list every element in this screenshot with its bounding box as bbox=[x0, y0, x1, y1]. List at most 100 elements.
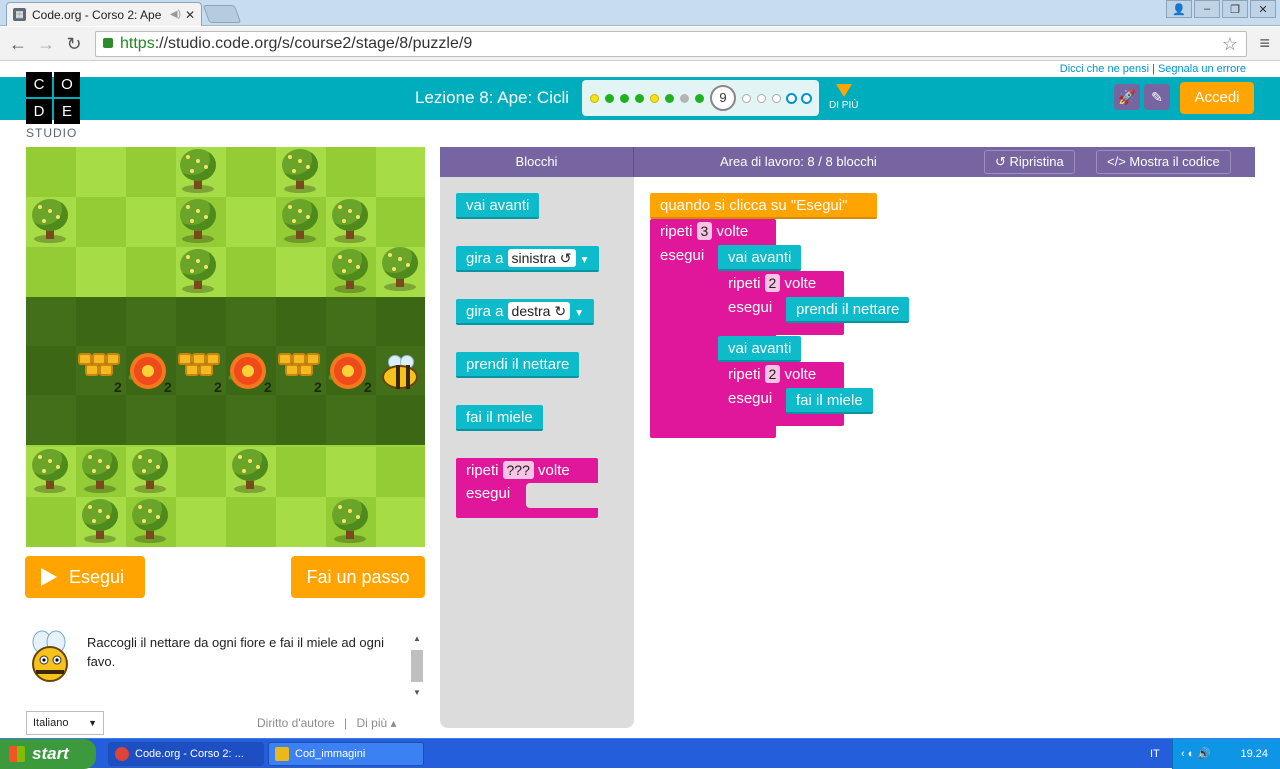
tree-icon bbox=[278, 199, 322, 245]
logo-letter: C bbox=[26, 72, 52, 97]
close-window-button[interactable]: ✕ bbox=[1250, 0, 1276, 18]
level-dot[interactable] bbox=[801, 93, 812, 104]
instructions-text: Raccogli il nettare da ogni fiore e fai … bbox=[87, 635, 385, 669]
toolbox-block-turn-left[interactable]: gira a sinistra ↺ ▼ bbox=[456, 246, 600, 272]
copyright-link[interactable]: Diritto d'autore bbox=[257, 716, 335, 730]
block-label: volte bbox=[538, 462, 570, 479]
repeat-count-field[interactable]: 3 bbox=[696, 222, 713, 240]
level-dot[interactable] bbox=[742, 94, 751, 103]
block-label: ripeti bbox=[728, 366, 761, 383]
minimize-button[interactable]: – bbox=[1194, 0, 1220, 18]
block-label: volte bbox=[716, 223, 749, 240]
run-label: Esegui bbox=[69, 567, 125, 587]
tree-icon bbox=[28, 449, 72, 495]
system-tray: ‹ ◐ 🔊 19.24 bbox=[1172, 739, 1280, 769]
repeat-count-field[interactable]: ??? bbox=[502, 461, 534, 479]
user-icon[interactable]: 👤 bbox=[1166, 0, 1192, 18]
language-value: Italiano bbox=[33, 717, 69, 729]
codeorg-logo[interactable]: C O D E bbox=[26, 72, 80, 124]
repeat-count-field[interactable]: 2 bbox=[764, 365, 781, 383]
toolbox-block-get-nectar[interactable]: prendi il nettare bbox=[456, 352, 580, 378]
restore-button[interactable]: ❐ bbox=[1222, 0, 1248, 18]
bookmark-star-icon[interactable]: ☆ bbox=[1222, 32, 1238, 56]
move-forward-block[interactable]: vai avanti bbox=[718, 336, 802, 362]
logo-letter: O bbox=[54, 72, 80, 97]
feedback-link[interactable]: Dicci che ne pensi bbox=[1060, 63, 1149, 75]
back-arrow-icon[interactable]: ← bbox=[6, 32, 30, 56]
reset-button[interactable]: ↺ Ripristina bbox=[984, 150, 1075, 174]
bee-icon bbox=[378, 353, 422, 393]
repeat-slot bbox=[526, 483, 598, 508]
browser-tab[interactable]: ▦ Code.org - Corso 2: Ape ◀) ✕ bbox=[6, 2, 202, 26]
clock[interactable]: 19.24 bbox=[1240, 739, 1268, 769]
reload-icon[interactable]: ↻ bbox=[62, 32, 86, 56]
start-button[interactable]: start bbox=[0, 739, 96, 769]
run-button[interactable]: Esegui bbox=[25, 556, 145, 598]
block-label: volte bbox=[784, 275, 817, 292]
logo-letter: E bbox=[54, 99, 80, 124]
show-code-button[interactable]: </> Mostra il codice bbox=[1096, 150, 1231, 174]
hive-count: 2 bbox=[214, 379, 222, 395]
footer-more-link[interactable]: Di più ▴ bbox=[356, 716, 396, 730]
task-label: Cod_immagini bbox=[295, 748, 366, 760]
instructions-scrollbar[interactable]: ▲ ▼ bbox=[411, 632, 423, 698]
tray-icons[interactable]: ‹ ◐ 🔊 bbox=[1181, 748, 1211, 760]
step-button[interactable]: Fai un passo bbox=[291, 556, 425, 598]
menu-icon[interactable]: ≡ bbox=[1259, 33, 1270, 54]
start-label: start bbox=[32, 744, 69, 763]
header-top-links: Dicci che ne pensi | Segnala un errore bbox=[0, 61, 1280, 77]
block-label: ripeti bbox=[728, 275, 761, 292]
game-canvas: 2 2 2 2 2 2 bbox=[26, 147, 425, 547]
taskbar-item-chrome[interactable]: Code.org - Corso 2: ... bbox=[108, 742, 264, 766]
taskbar-item-folder[interactable]: Cod_immagini bbox=[268, 742, 424, 766]
pencil-icon[interactable]: ✎ bbox=[1144, 84, 1170, 110]
turn-direction-field[interactable]: destra ↻ bbox=[507, 302, 571, 320]
tree-icon bbox=[378, 247, 422, 293]
level-dot[interactable] bbox=[786, 93, 797, 104]
inner-do-label: esegui bbox=[728, 299, 773, 316]
when-run-block[interactable]: quando si clicca su "Esegui" bbox=[650, 193, 877, 219]
tree-icon bbox=[28, 199, 72, 245]
forward-arrow-icon[interactable]: → bbox=[34, 32, 58, 56]
address-bar[interactable]: https://studio.code.org/s/course2/stage/… bbox=[95, 31, 1247, 57]
language-indicator[interactable]: IT bbox=[1150, 739, 1160, 769]
language-select[interactable]: Italiano ▼ bbox=[26, 711, 104, 735]
inner-repeat-label: ripeti 2 volte bbox=[728, 363, 816, 387]
get-nectar-block[interactable]: prendi il nettare bbox=[786, 297, 910, 323]
more-dropdown[interactable]: DI PIÙ bbox=[829, 84, 858, 111]
level-dot[interactable] bbox=[635, 94, 644, 103]
current-level-bubble[interactable]: 9 bbox=[710, 85, 736, 111]
level-dot[interactable] bbox=[620, 94, 629, 103]
lesson-title[interactable]: Lezione 8: Ape: Cicli bbox=[415, 88, 569, 108]
level-dot[interactable] bbox=[680, 94, 689, 103]
report-bug-link[interactable]: Segnala un errore bbox=[1158, 63, 1246, 75]
level-dot[interactable] bbox=[772, 94, 781, 103]
level-dot[interactable] bbox=[695, 94, 704, 103]
turn-direction-field[interactable]: sinistra ↺ bbox=[507, 249, 576, 267]
chrome-icon bbox=[115, 747, 129, 761]
level-dot[interactable] bbox=[590, 94, 599, 103]
inner-do-label: esegui bbox=[728, 390, 773, 407]
level-dot[interactable] bbox=[605, 94, 614, 103]
block-label: gira a bbox=[466, 303, 504, 320]
move-forward-block[interactable]: vai avanti bbox=[718, 245, 802, 271]
toolbox-block-make-honey[interactable]: fai il miele bbox=[456, 405, 543, 431]
rocket-icon[interactable]: 🚀 bbox=[1114, 84, 1140, 110]
scroll-up-icon[interactable]: ▲ bbox=[413, 634, 421, 643]
new-tab-button[interactable] bbox=[202, 5, 242, 23]
level-dot[interactable] bbox=[665, 94, 674, 103]
level-dot[interactable] bbox=[650, 94, 659, 103]
level-dot[interactable] bbox=[757, 94, 766, 103]
close-tab-icon[interactable]: ✕ bbox=[185, 8, 195, 22]
toolbox-block-turn-right[interactable]: gira a destra ↻ ▼ bbox=[456, 299, 594, 325]
tree-icon bbox=[328, 249, 372, 295]
scroll-thumb[interactable] bbox=[411, 650, 423, 682]
scroll-down-icon[interactable]: ▼ bbox=[413, 688, 421, 697]
make-honey-block[interactable]: fai il miele bbox=[786, 388, 873, 414]
footer-links: Diritto d'autore | Di più ▴ bbox=[257, 716, 397, 730]
sign-in-button[interactable]: Accedi bbox=[1180, 82, 1254, 114]
repeat-count-field[interactable]: 2 bbox=[764, 274, 781, 292]
tab-title: Code.org - Corso 2: Ape bbox=[32, 7, 162, 22]
toolbox-block-move-forward[interactable]: vai avanti bbox=[456, 193, 540, 219]
outer-repeat-label: ripeti 3 volte bbox=[660, 220, 748, 244]
